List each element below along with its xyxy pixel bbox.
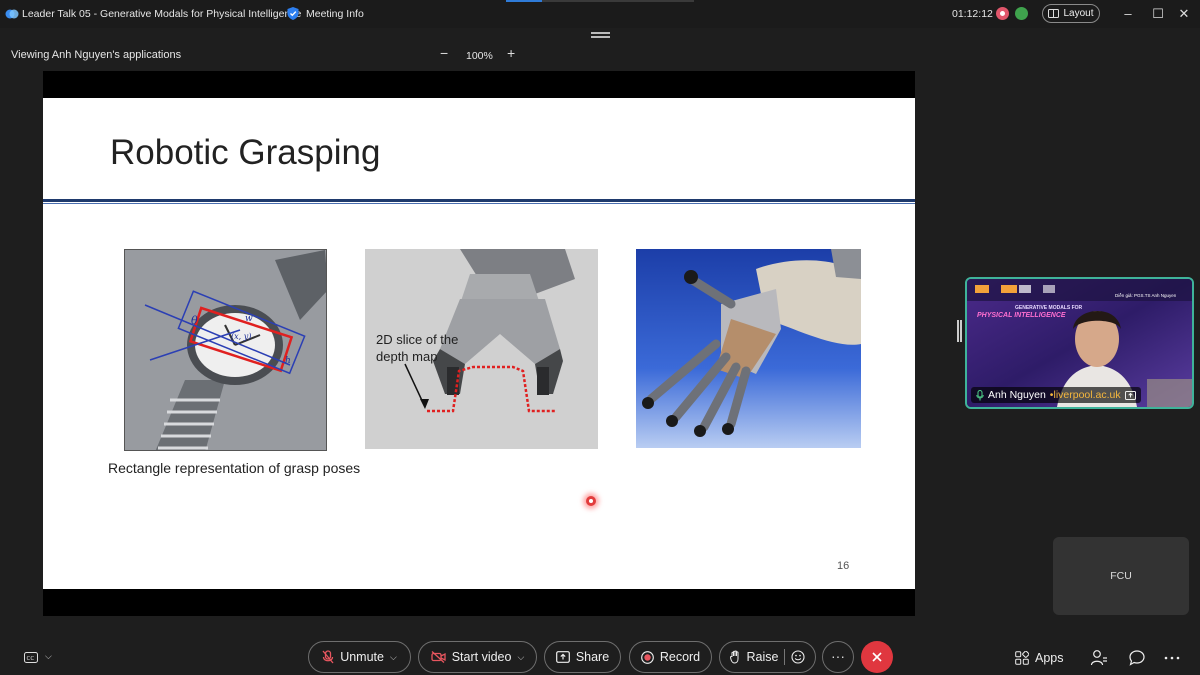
close-x-icon [872, 652, 882, 662]
video-off-icon [431, 651, 446, 663]
zoom-level: 100% [466, 50, 493, 62]
raise-hand-button[interactable]: Raise [719, 641, 816, 673]
share-label: Share [575, 650, 610, 664]
webex-logo-icon [5, 9, 19, 19]
watch-grasp-image: θ (x, y) w h [124, 249, 327, 451]
banner-main: PHYSICAL INTELLIGENCE [977, 312, 1066, 319]
record-button[interactable]: Record [629, 641, 712, 673]
layout-label: Layout [1063, 8, 1094, 19]
chevron-down-icon: ⌵ [517, 651, 525, 662]
shield-icon[interactable] [286, 6, 300, 21]
watch-label-w: w [245, 314, 253, 324]
window-drag-accent [506, 0, 694, 2]
laser-pointer-icon [586, 496, 596, 506]
slide-title: Robotic Grasping [110, 133, 381, 172]
closed-captions-button[interactable]: CC ⌵ [24, 651, 56, 665]
banner-top: GENERATIVE MODALS FOR [1015, 305, 1083, 311]
title-divider-thin [43, 203, 915, 204]
chevron-down-icon: ⌵ [45, 651, 52, 661]
muted-microphone-icon [322, 650, 334, 664]
share-drag-handle-icon[interactable] [591, 32, 610, 39]
slide-caption: Rectangle representation of grasp poses [108, 460, 361, 476]
start-video-button[interactable]: Start video ⌵ [418, 641, 537, 673]
presentation-slide: Robotic Grasping θ (x, y) w h 2D slice o… [43, 98, 915, 589]
watch-label-h: h [285, 356, 291, 366]
gripper-depth-image: 2D slice of the depth map [365, 249, 598, 449]
title-divider [43, 199, 915, 202]
share-screen-icon [555, 651, 570, 663]
layout-button[interactable]: Layout [1042, 4, 1100, 23]
slide-page-number: 16 [837, 560, 850, 572]
speaker-name-pill: Anh Nguyen •liverpool.ac.uk [971, 387, 1141, 403]
apps-grid-icon [1015, 651, 1029, 665]
leave-meeting-button[interactable] [861, 641, 893, 673]
meeting-info-link[interactable]: Meeting Info [306, 8, 364, 20]
more-options-button[interactable]: ··· [822, 641, 854, 673]
speaker-name: Anh Nguyen [988, 389, 1046, 401]
chevron-down-icon: ⌵ [389, 651, 397, 662]
screen-share-badge-icon [1124, 390, 1136, 400]
robotic-hand-image [636, 249, 861, 448]
apps-button[interactable]: Apps [1015, 649, 1064, 667]
speaker-org: •liverpool.ac.uk [1049, 389, 1121, 401]
shared-screen: Robotic Grasping θ (x, y) w h 2D slice o… [43, 71, 915, 616]
record-label: Record [659, 650, 701, 664]
watch-label-xy: (x, y) [231, 332, 252, 341]
share-button[interactable]: Share [544, 641, 621, 673]
raise-hand-icon [729, 650, 739, 664]
svg-text:CC: CC [27, 656, 35, 662]
chat-icon[interactable] [1128, 649, 1146, 667]
start-video-label: Start video [451, 650, 512, 664]
raise-label: Raise [746, 650, 779, 664]
gripper-label-2: depth map [376, 349, 438, 364]
close-icon[interactable]: ✕ [1176, 6, 1192, 22]
tile-drag-handle-icon[interactable] [957, 320, 962, 342]
unmute-button[interactable]: Unmute ⌵ [308, 641, 411, 673]
banner-small: Diễn giả: PGS.TS Anh Nguyen [1115, 293, 1177, 298]
minimize-icon[interactable]: – [1120, 6, 1136, 22]
network-status-icon[interactable] [1015, 7, 1028, 20]
meeting-timer: 01:12:12 [952, 8, 993, 20]
apps-label: Apps [1035, 651, 1064, 665]
raise-divider [784, 649, 786, 665]
closed-captions-icon: CC [24, 652, 38, 663]
viewing-label: Viewing Anh Nguyen's applications [11, 49, 182, 61]
reactions-smiley-icon[interactable] [791, 650, 806, 664]
title-bar: Leader Talk 05 - Generative Modals for P… [0, 0, 1200, 28]
window-title: Leader Talk 05 - Generative Modals for P… [22, 8, 302, 20]
participant-name: FCU [1110, 570, 1132, 582]
zoom-in-button[interactable]: + [507, 45, 515, 61]
recording-indicator-icon[interactable] [996, 7, 1009, 20]
unmute-label: Unmute [340, 650, 384, 664]
more-horizontal-icon[interactable] [1163, 649, 1181, 667]
layout-grid-icon [1048, 9, 1060, 18]
maximize-icon[interactable]: ☐ [1150, 6, 1166, 22]
zoom-out-button[interactable]: − [440, 45, 448, 61]
microphone-icon [976, 389, 984, 400]
participant-tile-fcu[interactable]: FCU [1053, 537, 1189, 615]
record-icon [640, 650, 654, 664]
watch-label-theta: θ [191, 314, 198, 327]
participants-icon[interactable] [1090, 649, 1108, 667]
speaker-video-tile[interactable]: GENERATIVE MODALS FOR PHYSICAL INTELLIGE… [965, 277, 1194, 409]
gripper-label-1: 2D slice of the [376, 332, 459, 347]
